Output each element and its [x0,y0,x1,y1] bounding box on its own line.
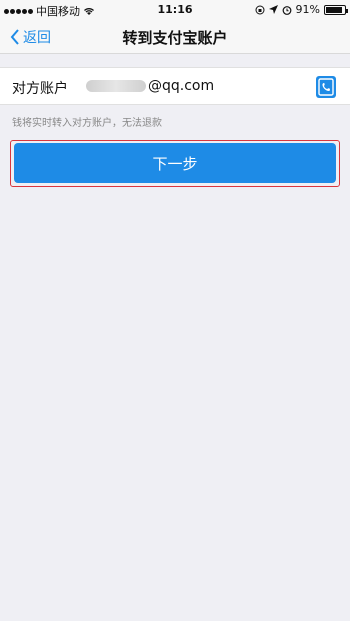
account-domain: @qq.com [148,78,215,94]
rotation-lock-icon [255,5,265,14]
status-icons: 91% [255,3,348,16]
account-label: 对方账户 [12,81,68,97]
transfer-hint: 钱将实时转入对方账户，无法退款 [12,118,162,129]
page-title: 转到支付宝账户 [122,29,228,47]
masked-account-prefix [86,80,146,92]
navigation-bar: 返回 转到支付宝账户 [0,20,350,54]
contacts-book-icon [318,78,334,96]
next-step-button[interactable]: 下一步 [14,143,336,183]
location-icon [268,5,278,14]
battery-percent: 91% [295,3,320,16]
contacts-button[interactable] [316,76,336,98]
battery-icon [324,4,348,15]
battery-level [326,6,343,13]
account-row[interactable]: 对方账户 @qq.com [0,67,350,105]
status-bar: 中国移动 11:16 91% [0,0,350,20]
alarm-icon [282,5,291,15]
account-field[interactable]: @qq.com [86,78,214,94]
